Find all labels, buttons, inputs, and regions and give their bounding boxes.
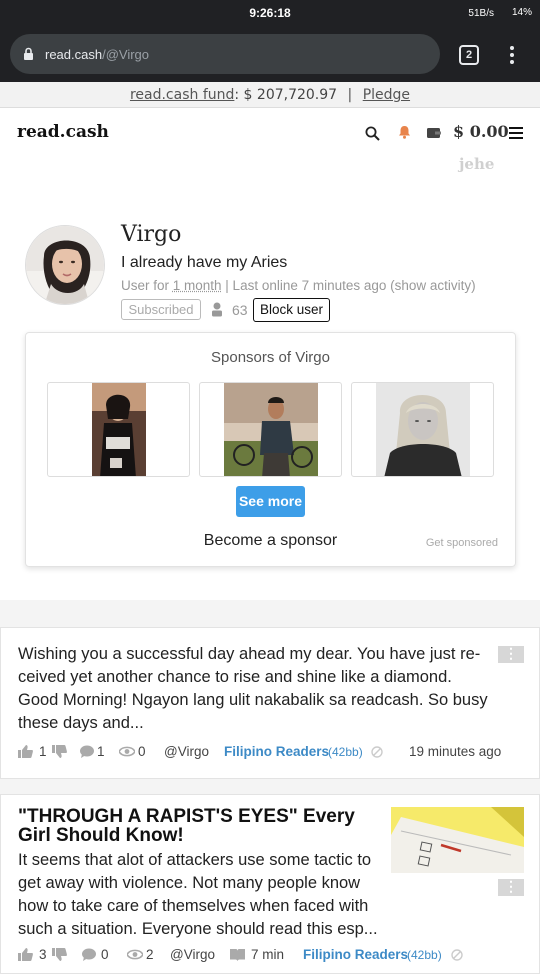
verified-icon	[371, 746, 383, 758]
wallet-balance[interactable]: $ 0.00	[453, 122, 509, 141]
post-time: 19 minutes ago	[409, 744, 501, 759]
section-divider	[0, 779, 540, 794]
comment-icon[interactable]	[82, 948, 96, 961]
like-count: 1	[39, 744, 47, 759]
verified-icon	[451, 949, 463, 961]
fund-separator: |	[348, 87, 353, 103]
profile-bio: I already have my Aries	[121, 254, 287, 272]
post-excerpt[interactable]: Wishing you a successful day ahead my de…	[18, 643, 488, 735]
sponsor-card[interactable]	[351, 382, 494, 477]
book-icon	[230, 948, 245, 961]
get-sponsored-link[interactable]: Get sponsored	[426, 537, 498, 549]
post-excerpt[interactable]: It seems that alot of attackers use some…	[18, 849, 378, 941]
sponsor-image	[224, 383, 318, 477]
like-icon[interactable]	[18, 948, 33, 961]
username-hint: jehe	[459, 155, 494, 173]
community-link[interactable]: Filipino Readers	[224, 744, 329, 759]
subscriber-icon	[211, 302, 223, 317]
post-options-icon[interactable]: ⋮	[498, 879, 524, 896]
view-count: 0	[138, 744, 146, 759]
post-thumbnail[interactable]	[391, 807, 524, 873]
sponsor-card[interactable]	[199, 382, 342, 477]
see-more-button[interactable]: See more	[236, 486, 305, 517]
sponsor-card[interactable]	[47, 382, 190, 477]
post-options-icon[interactable]: ⋮	[498, 646, 524, 663]
post-title[interactable]: "THROUGH A RAPIST'S EYES" Every Girl Sho…	[18, 807, 368, 845]
sponsor-image	[92, 383, 146, 477]
profile-meta: User for 1 month | Last online 7 minutes…	[121, 278, 476, 293]
url-path: /@Virgo	[102, 47, 149, 62]
browser-menu-icon[interactable]	[502, 44, 522, 66]
fund-amount: : $ 207,720.97	[234, 87, 337, 103]
post-meta-row: 1 1 0 @Virgo Filipino Readers (42bb) 19 …	[18, 744, 528, 764]
views-icon	[119, 746, 135, 757]
hamburger-menu-icon[interactable]	[509, 127, 523, 142]
pledge-link[interactable]: Pledge	[363, 87, 410, 103]
post-card[interactable]: Wishing you a successful day ahead my de…	[0, 627, 540, 779]
wallet-icon[interactable]	[427, 127, 441, 138]
search-icon[interactable]	[365, 126, 380, 141]
tab-switcher-button[interactable]: 2	[459, 45, 479, 65]
profile-name: Virgo	[121, 222, 181, 247]
post-meta-row: 3 0 2 @Virgo 7 min Filipino Readers (42b…	[18, 947, 528, 967]
site-logo[interactable]: read.cash	[17, 122, 109, 142]
address-bar[interactable]: read.cash/@Virgo	[10, 34, 440, 74]
dislike-icon[interactable]	[52, 745, 67, 758]
post-author[interactable]: @Virgo	[164, 744, 209, 759]
fund-link[interactable]: read.cash fund	[130, 87, 234, 103]
views-icon	[127, 949, 143, 960]
section-divider	[0, 600, 540, 628]
url-host: read.cash	[45, 47, 102, 62]
meta-duration: 1 month	[173, 278, 222, 293]
network-speed: 51B/s	[468, 8, 494, 19]
comment-count: 1	[97, 744, 105, 759]
url-text: read.cash/@Virgo	[45, 47, 149, 62]
profile-avatar	[25, 225, 105, 305]
browser-toolbar: read.cash/@Virgo 2	[0, 26, 540, 82]
community-bb: (42bb)	[328, 745, 363, 759]
fund-banner: read.cash fund: $ 207,720.97 | Pledge	[0, 82, 540, 108]
post-card[interactable]: "THROUGH A RAPIST'S EYES" Every Girl Sho…	[0, 794, 540, 974]
lock-icon	[23, 47, 34, 61]
subscriber-count: 63	[232, 302, 248, 318]
status-bar: 9:26:18 51B/s 14%	[0, 0, 540, 26]
notification-bell-icon[interactable]	[398, 125, 411, 139]
like-icon[interactable]	[18, 745, 33, 758]
subscribe-button[interactable]: Subscribed	[121, 299, 201, 320]
dislike-icon[interactable]	[52, 948, 67, 961]
sponsors-panel: Sponsors of Virgo See more Become a spon…	[25, 332, 516, 567]
site-navbar: read.cash $ 0.00	[0, 108, 540, 160]
battery-level: 14%	[512, 7, 532, 18]
meta-last-online[interactable]: | Last online 7 minutes ago (show activi…	[222, 278, 476, 293]
sponsors-title: Sponsors of Virgo	[26, 349, 515, 366]
block-user-button[interactable]: Block user	[253, 298, 330, 322]
comment-icon[interactable]	[80, 745, 94, 758]
sponsor-image	[376, 383, 470, 477]
meta-prefix: User for	[121, 278, 173, 293]
status-time: 9:26:18	[0, 6, 540, 20]
